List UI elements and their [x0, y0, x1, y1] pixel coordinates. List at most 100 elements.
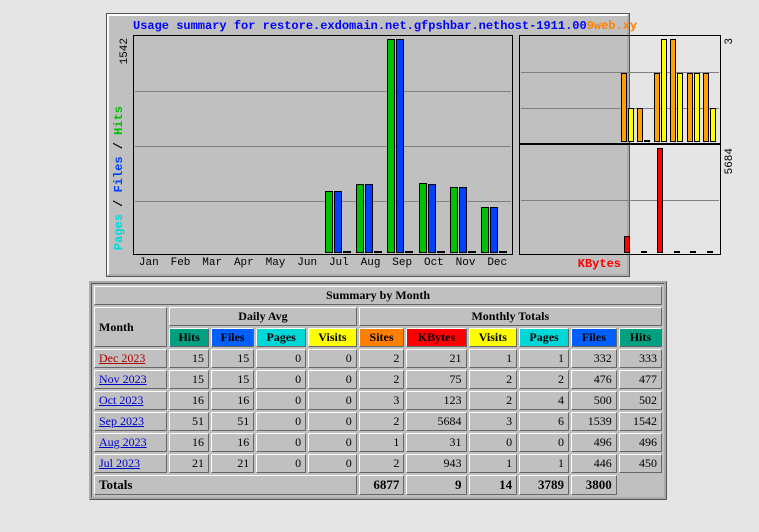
cell-m-sites: 2: [359, 412, 405, 431]
bar-group: [637, 251, 652, 253]
month-tick: Jul: [323, 257, 355, 269]
cell-d-pages: 0: [256, 391, 306, 410]
cell-m-visits: 2: [469, 370, 518, 389]
bar: [694, 73, 700, 142]
cell-m-files: 476: [571, 370, 617, 389]
cell-m-hits: 496: [619, 433, 662, 452]
col-monthly-sites: Sites: [359, 328, 405, 347]
chart-title-tail: 9web.xy: [587, 19, 637, 33]
bar: [468, 251, 476, 253]
col-daily-files: Files: [211, 328, 254, 347]
bar-group: [653, 39, 668, 142]
cell-m-hits: 477: [619, 370, 662, 389]
bar-group: [703, 73, 718, 142]
plot-visits-sites: [519, 35, 721, 144]
month-tick: Dec: [481, 257, 513, 269]
right-top-max: 3: [724, 38, 736, 45]
month-tick: Jan: [133, 257, 165, 269]
bar: [343, 251, 351, 253]
cell-d-visits: 0: [308, 349, 357, 368]
month-link[interactable]: Sep 2023: [99, 414, 144, 428]
cell-d-hits: 16: [169, 433, 209, 452]
bar: [428, 184, 436, 253]
cell-d-hits: 21: [169, 454, 209, 473]
ylabel-hits: Hits: [112, 106, 126, 135]
bar: [396, 39, 404, 253]
month-link[interactable]: Dec 2023: [99, 351, 145, 365]
cell-d-pages: 0: [256, 412, 306, 431]
bar: [419, 183, 427, 253]
cell-m-visits: 3: [469, 412, 518, 431]
kbytes-axis-label: KBytes: [578, 257, 621, 271]
cell-d-pages: 0: [256, 349, 306, 368]
bar: [621, 73, 627, 142]
bar: [437, 251, 445, 253]
cell-m-visits: 1: [469, 349, 518, 368]
month-tick: Jun: [291, 257, 323, 269]
cell-m-hits: 502: [619, 391, 662, 410]
cell-d-files: 16: [211, 433, 254, 452]
col-month: Month: [94, 307, 167, 347]
cell-m-sites: 1: [359, 433, 405, 452]
cell-d-hits: 15: [169, 349, 209, 368]
cell-d-hits: 51: [169, 412, 209, 431]
totals-files: 3789: [519, 475, 569, 495]
cell-m-hits: 450: [619, 454, 662, 473]
month-tick: Nov: [450, 257, 482, 269]
bar-group: [686, 251, 701, 253]
bar: [405, 251, 413, 253]
chart-title-main: Usage summary for restore.exdomain.net.g…: [133, 19, 587, 33]
bar: [374, 251, 382, 253]
bar: [641, 251, 647, 253]
bar-group: [354, 184, 383, 253]
bar-group: [637, 108, 652, 142]
table-row: Nov 202315150027522476477: [94, 370, 662, 389]
month-link[interactable]: Jul 2023: [99, 456, 140, 470]
cell-m-hits: 1542: [619, 412, 662, 431]
bar: [707, 251, 713, 253]
month-link[interactable]: Aug 2023: [99, 435, 147, 449]
bar: [356, 184, 364, 253]
col-monthly-hits: Hits: [619, 328, 662, 347]
cell-m-visits: 0: [469, 433, 518, 452]
bar-group: [386, 39, 415, 253]
totals-pages: 14: [469, 475, 518, 495]
bar: [450, 187, 458, 253]
cell-m-sites: 2: [359, 370, 405, 389]
bar: [644, 140, 650, 142]
month-tick: Mar: [196, 257, 228, 269]
cell-d-visits: 0: [308, 454, 357, 473]
col-monthly-kbytes: KBytes: [406, 328, 466, 347]
month-cell: Sep 2023: [94, 412, 167, 431]
col-daily-pages: Pages: [256, 328, 306, 347]
cell-d-hits: 15: [169, 370, 209, 389]
bar: [657, 148, 663, 253]
bar-group: [686, 73, 701, 142]
month-cell: Dec 2023: [94, 349, 167, 368]
col-monthly-files: Files: [571, 328, 617, 347]
bar: [334, 191, 342, 253]
cell-m-sites: 3: [359, 391, 405, 410]
cell-d-visits: 0: [308, 412, 357, 431]
bar-group: [620, 236, 635, 253]
cell-d-pages: 0: [256, 370, 306, 389]
cell-m-kbytes: 21: [406, 349, 466, 368]
ylabel-pages: Pages: [112, 214, 126, 250]
chart-title: Usage summary for restore.exdomain.net.g…: [133, 19, 637, 33]
totals-kbytes: 6877: [359, 475, 405, 495]
totals-label: Totals: [94, 475, 357, 495]
month-tick: Aug: [355, 257, 387, 269]
cell-d-visits: 0: [308, 370, 357, 389]
right-bot-max: 5684: [724, 148, 736, 174]
cell-m-pages: 1: [519, 454, 569, 473]
cell-m-kbytes: 31: [406, 433, 466, 452]
bar: [490, 207, 498, 253]
cell-m-files: 500: [571, 391, 617, 410]
cell-d-files: 15: [211, 370, 254, 389]
cell-d-files: 16: [211, 391, 254, 410]
bar-group: [670, 251, 685, 253]
cell-m-kbytes: 123: [406, 391, 466, 410]
plot-kbytes: [519, 144, 721, 255]
month-link[interactable]: Oct 2023: [99, 393, 143, 407]
month-link[interactable]: Nov 2023: [99, 372, 147, 386]
